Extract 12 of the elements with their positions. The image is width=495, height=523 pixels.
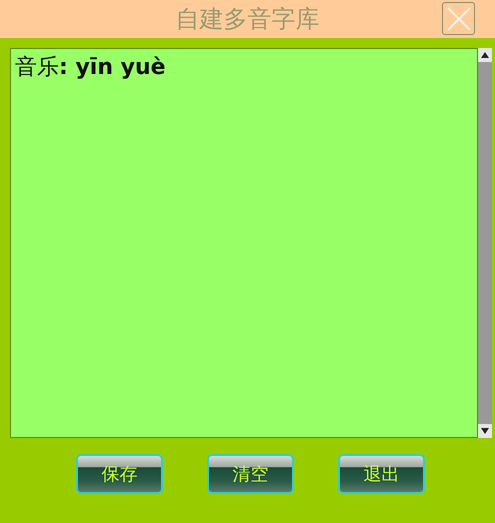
close-button[interactable] (442, 2, 475, 35)
close-icon (446, 6, 472, 32)
action-button[interactable]: 清空 (207, 454, 294, 494)
down-arrow-icon (481, 428, 489, 434)
action-button[interactable]: 退出 (338, 454, 425, 494)
action-button[interactable]: 保存 (76, 454, 163, 494)
window-title: 自建多音字库 (176, 4, 320, 35)
scroll-down-button[interactable] (478, 424, 492, 438)
scroll-bar[interactable] (478, 48, 492, 438)
up-arrow-icon (481, 52, 489, 58)
scroll-up-button[interactable] (478, 48, 492, 62)
text-area[interactable]: 音乐: yīn yuè (10, 48, 478, 438)
